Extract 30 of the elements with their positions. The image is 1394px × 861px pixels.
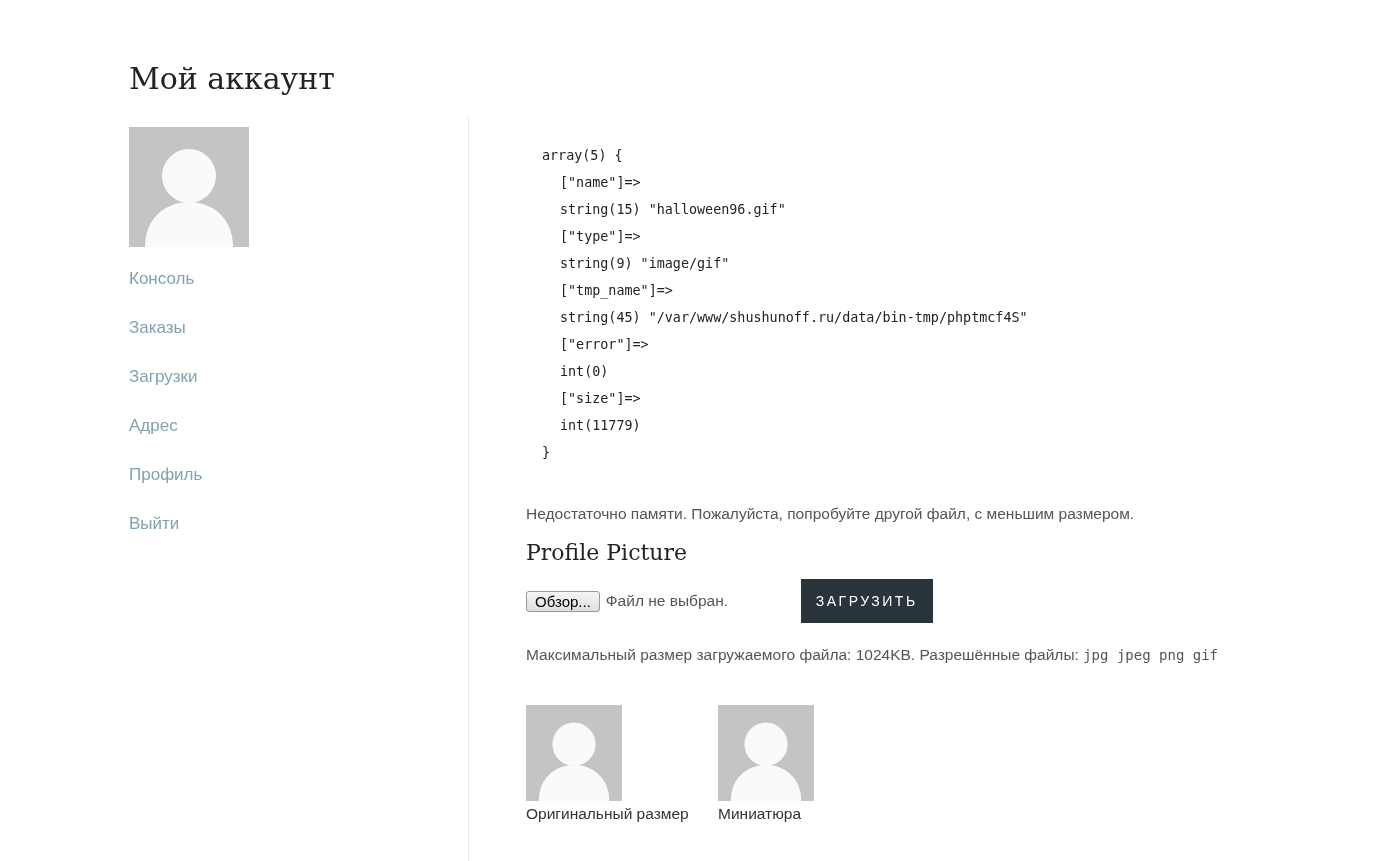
code-line: ["error"]=> — [559, 336, 649, 354]
code-line: ["tmp_name"]=> — [559, 282, 673, 301]
upload-button[interactable]: ЗАГРУЗИТЬ — [800, 579, 933, 623]
sidebar-link[interactable]: Загрузки — [129, 367, 198, 387]
code-line: array(5) { — [542, 147, 623, 165]
code-line: int(11779) — [559, 417, 641, 435]
preview-caption: Миниатюра — [718, 805, 802, 823]
code-line: ["type"]=> — [559, 228, 641, 246]
code-line: int(0) — [559, 363, 609, 381]
page-title: Мой аккаунт — [129, 60, 336, 98]
preview-caption: Оригинальный размер — [526, 805, 689, 823]
code-line: ["size"]=> — [559, 390, 641, 408]
code-line: string(9) "image/gif" — [559, 255, 730, 273]
code-line: ["name"]=> — [559, 174, 641, 192]
sidebar-link[interactable]: Выйти — [129, 514, 180, 534]
code-line: } — [542, 444, 551, 462]
browse-button[interactable]: Обзор... — [526, 590, 600, 612]
code-line: string(15) "halloween96.gif" — [559, 201, 786, 219]
sidebar-link[interactable]: Заказы — [129, 318, 186, 338]
error-message: Недостаточно памяти. Пожалуйста, попробуйте другой файл, с меньшим размером. — [526, 504, 1135, 524]
avatar-icon — [129, 127, 249, 247]
file-status: Файл не выбран. — [605, 592, 730, 610]
upload-limits: Максимальный размер загружаемого файла: 1024KB. Разрешённые файлы: jpg jpeg png gif — [526, 645, 1220, 665]
sidebar-link[interactable]: Профиль — [129, 465, 203, 485]
avatar-icon — [718, 705, 814, 801]
sidebar-link[interactable]: Адрес — [129, 416, 178, 436]
code-line: string(45) "/var/www/shushunoff.ru/data/bin-tmp/phptmcf4S" — [559, 309, 1028, 327]
sidebar-link[interactable]: Консоль — [129, 269, 195, 289]
avatar-icon — [526, 705, 622, 801]
section-title: Profile Picture — [526, 540, 687, 565]
